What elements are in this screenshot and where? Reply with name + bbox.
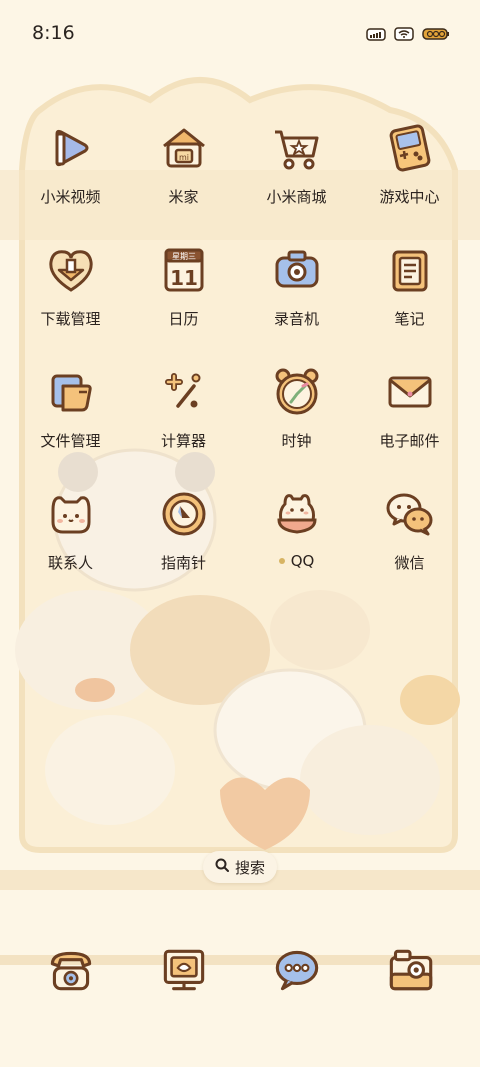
app-label: 文件管理	[40, 432, 101, 450]
app-xiaomi-mall[interactable]: 小米商城	[240, 118, 353, 240]
app-label: 指南针	[160, 554, 206, 572]
dock	[14, 940, 466, 1000]
app-grid: 小米视频 mi 米家 小米商城 游戏中心 下载管理 星期三 11 日历 录音机 …	[14, 118, 466, 606]
phone-icon	[41, 940, 101, 1000]
app-notes[interactable]: 笔记	[353, 240, 466, 362]
app-label: 小米视频	[40, 188, 101, 206]
download-heart-icon	[41, 240, 101, 300]
camera-icon	[380, 940, 440, 1000]
qq-icon	[267, 484, 327, 544]
app-contacts[interactable]: 联系人	[14, 484, 127, 606]
shopping-cart-icon	[267, 118, 327, 178]
signal-icon	[366, 26, 386, 45]
compass-icon	[154, 484, 214, 544]
gamepad-icon	[380, 118, 440, 178]
app-label: 下载管理	[40, 310, 101, 328]
calendar-weekday: 星期三	[172, 252, 196, 261]
search-icon	[215, 858, 229, 876]
dock-messages[interactable]	[240, 940, 353, 1000]
app-label: 时钟	[281, 432, 312, 450]
notes-icon	[380, 240, 440, 300]
app-label: 游戏中心	[379, 188, 440, 206]
recorder-icon	[267, 240, 327, 300]
app-compass[interactable]: 指南针	[127, 484, 240, 606]
gallery-icon	[154, 940, 214, 1000]
folder-icon	[41, 362, 101, 422]
app-clock[interactable]: 时钟	[240, 362, 353, 484]
app-label: QQ	[278, 552, 315, 570]
new-notification-dot	[278, 558, 285, 564]
app-label: 计算器	[160, 432, 206, 450]
svg-text:mi: mi	[178, 153, 188, 162]
app-calculator[interactable]: 计算器	[127, 362, 240, 484]
app-label: 联系人	[47, 554, 93, 572]
dock-phone[interactable]	[14, 940, 127, 1000]
app-xiaomi-video[interactable]: 小米视频	[14, 118, 127, 240]
app-email[interactable]: 电子邮件	[353, 362, 466, 484]
dock-camera[interactable]	[353, 940, 466, 1000]
app-qq[interactable]: QQ	[240, 484, 353, 606]
app-label: 笔记	[394, 310, 425, 328]
app-label: 小米商城	[266, 188, 327, 206]
messages-icon	[267, 940, 327, 1000]
video-play-icon	[41, 118, 101, 178]
app-mijia[interactable]: mi 米家	[127, 118, 240, 240]
battery-icon	[422, 26, 450, 45]
search-label: 搜索	[234, 858, 265, 877]
app-label-text: QQ	[290, 552, 315, 570]
app-label: 电子邮件	[379, 432, 440, 450]
status-icons	[366, 26, 450, 45]
app-label: 微信	[394, 554, 425, 572]
dock-gallery[interactable]	[127, 940, 240, 1000]
app-label: 米家	[168, 188, 199, 206]
calculator-icon	[154, 362, 214, 422]
app-calendar[interactable]: 星期三 11 日历	[127, 240, 240, 362]
clock-icon	[267, 362, 327, 422]
email-icon	[380, 362, 440, 422]
app-recorder[interactable]: 录音机	[240, 240, 353, 362]
calendar-icon: 星期三 11	[154, 240, 214, 300]
app-label: 录音机	[273, 310, 319, 328]
home-icon: mi	[154, 118, 214, 178]
app-wechat[interactable]: 微信	[353, 484, 466, 606]
calendar-day: 11	[170, 266, 198, 290]
wechat-icon	[380, 484, 440, 544]
status-time: 8:16	[32, 22, 75, 44]
search-button[interactable]: 搜索	[203, 851, 277, 883]
app-game-center[interactable]: 游戏中心	[353, 118, 466, 240]
contacts-icon	[41, 484, 101, 544]
app-download-manager[interactable]: 下载管理	[14, 240, 127, 362]
app-label: 日历	[168, 310, 199, 328]
wifi-icon	[394, 26, 414, 45]
status-bar: 8:16	[0, 0, 480, 68]
app-file-manager[interactable]: 文件管理	[14, 362, 127, 484]
